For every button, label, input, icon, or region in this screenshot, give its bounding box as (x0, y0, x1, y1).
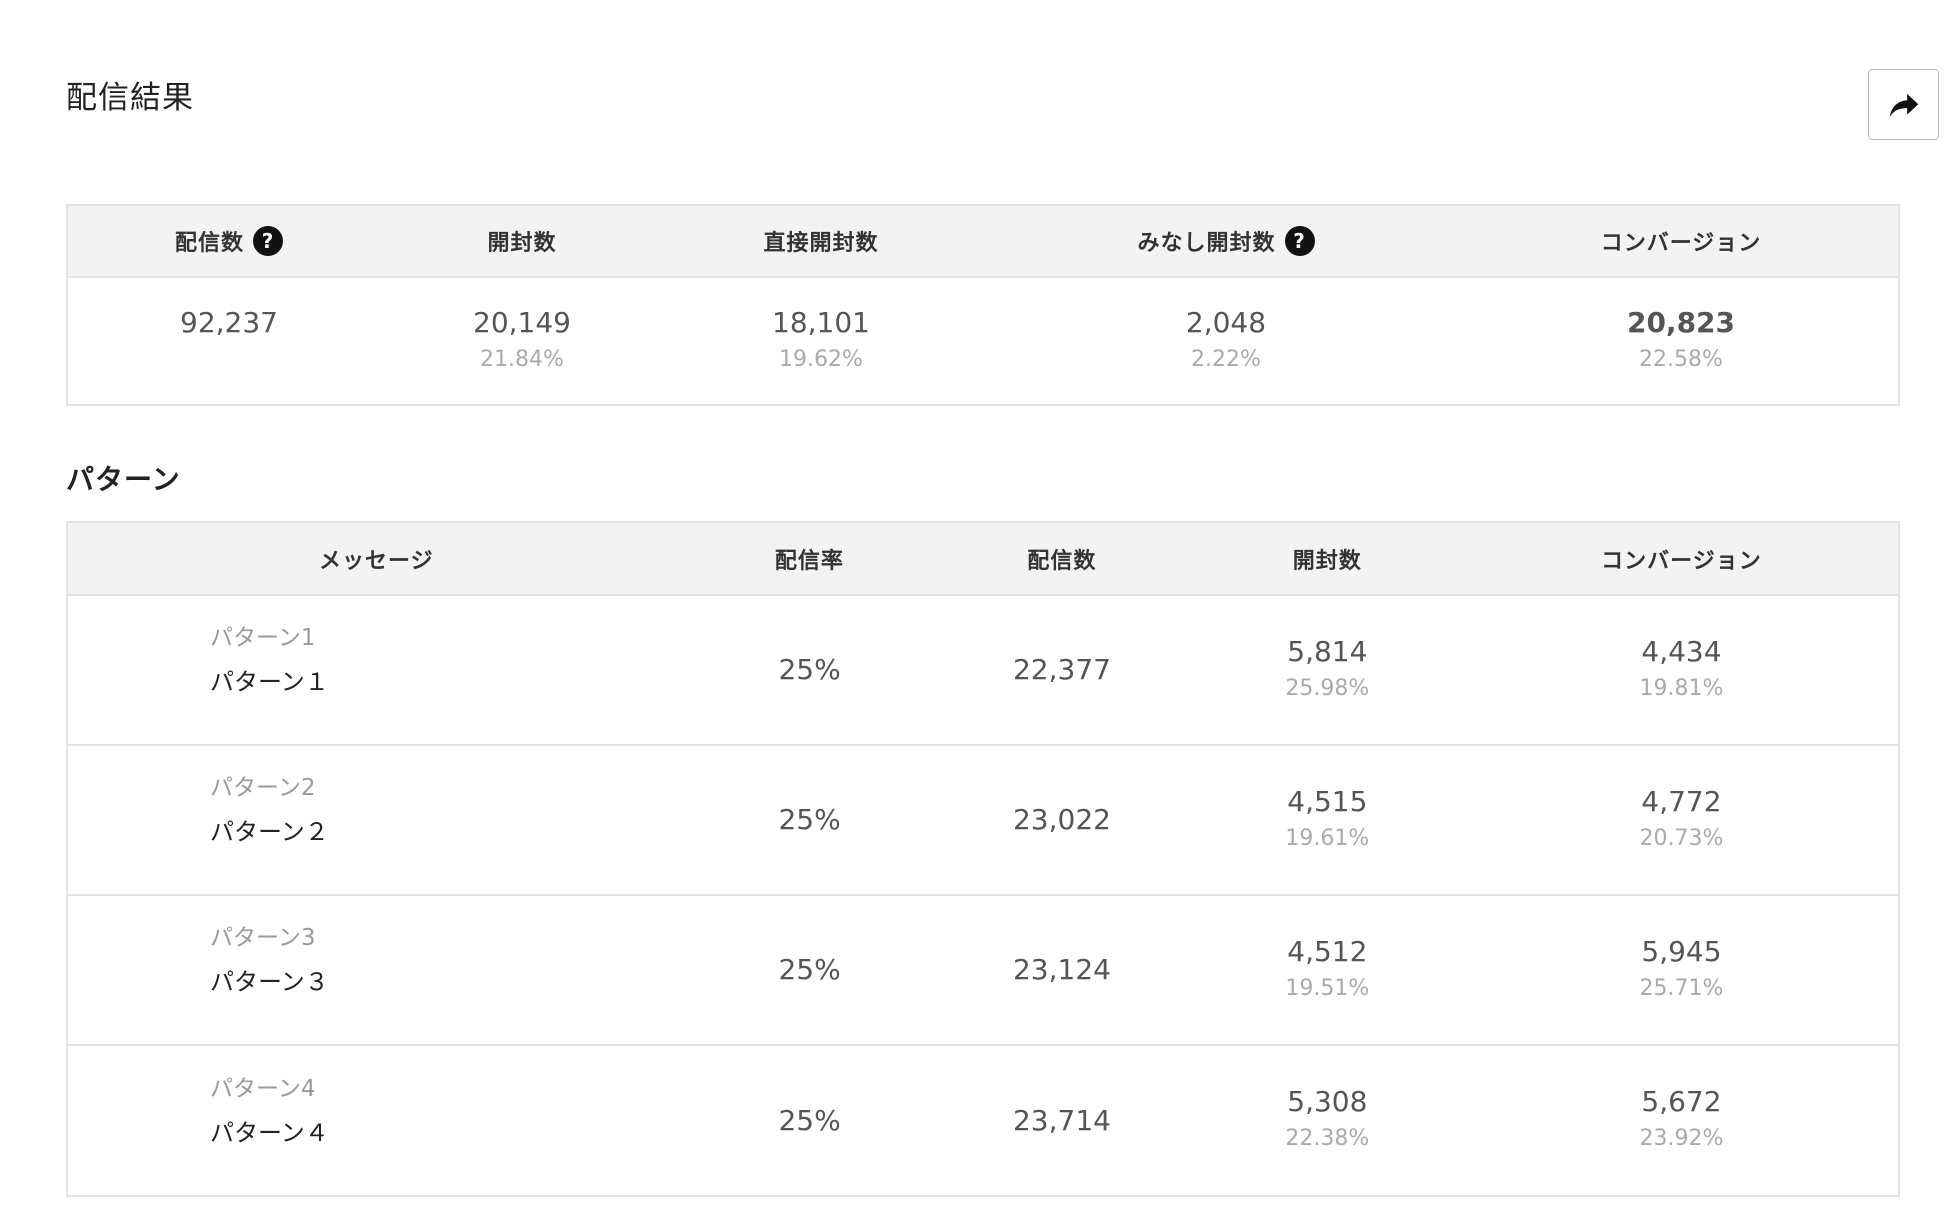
summary-cell-opened: 20,149 21.84% (390, 278, 654, 404)
pattern-header-delivered: 配信数 (1027, 548, 1097, 574)
pattern-name: パターン1 (210, 625, 316, 651)
pattern-message: パターン１ (210, 668, 329, 696)
pattern-rate-cell: 25% (685, 746, 934, 894)
summary-header-inferred-opened: みなし開封数 ? (988, 206, 1464, 276)
pattern-header-row: メッセージ 配信率 配信数 開封数 コンバージョン (68, 523, 1898, 596)
summary-value: 2,048 (1185, 306, 1267, 339)
pattern-delivered: 23,022 (1012, 803, 1111, 836)
summary-header-label: 開封数 (487, 231, 557, 256)
pattern-message: パターン４ (210, 1118, 329, 1147)
summary-header-label: みなし開封数 (1137, 231, 1276, 256)
pattern-rate: 25% (778, 803, 841, 836)
summary-values-row: 92,237 20,149 21.84% 18,101 19.62% 2,048… (68, 278, 1898, 404)
table-row: パターン4 パターン４ 25% 23,714 5,308 22.38% 5,67… (68, 1046, 1898, 1195)
summary-value: 20,149 (473, 306, 571, 339)
pattern-header-message: メッセージ (319, 548, 434, 574)
summary-cell-direct-opened: 18,101 19.62% (654, 278, 988, 404)
pattern-delivered-cell: 23,022 (934, 746, 1189, 894)
summary-value: 92,237 (180, 306, 278, 339)
pattern-rate: 25% (778, 953, 841, 986)
pattern-name: パターン2 (210, 775, 316, 801)
pattern-header-opened: 開封数 (1292, 548, 1362, 574)
summary-header-label: 配信数 (174, 231, 244, 256)
summary-cell-conversion: 20,823 22.58% (1464, 278, 1898, 404)
pattern-rate-cell: 25% (685, 1046, 934, 1195)
pattern-opened-cell: 4,512 19.51% (1190, 896, 1465, 1044)
pattern-opened-rate: 19.61% (1285, 825, 1370, 851)
pattern-delivered-cell: 22,377 (934, 596, 1189, 744)
pattern-message-cell: パターン4 パターン４ (68, 1046, 685, 1195)
pattern-conversion-cell: 4,434 19.81% (1465, 596, 1898, 744)
pattern-opened-rate: 25.98% (1285, 675, 1370, 701)
pattern-table: メッセージ 配信率 配信数 開封数 コンバージョン パターン1 パターン１ 25… (66, 521, 1900, 1197)
pattern-opened-cell: 4,515 19.61% (1190, 746, 1465, 894)
section-title-patterns: パターン (66, 463, 181, 496)
pattern-message: パターン３ (210, 968, 329, 996)
table-row: パターン1 パターン１ 25% 22,377 5,814 25.98% 4,43… (68, 596, 1898, 746)
pattern-conversion-cell: 5,945 25.71% (1465, 896, 1898, 1044)
pattern-rate: 25% (778, 1103, 841, 1137)
pattern-name: パターン3 (210, 925, 316, 951)
summary-header-delivered: 配信数 ? (68, 206, 390, 276)
pattern-conversion-rate: 19.81% (1639, 675, 1724, 701)
pattern-delivered: 23,124 (1012, 953, 1111, 986)
summary-rate: 22.58% (1639, 347, 1723, 372)
help-icon[interactable]: ? (1284, 226, 1315, 256)
pattern-conversion-rate: 20.73% (1639, 825, 1724, 851)
pattern-opened-rate: 22.38% (1285, 1126, 1370, 1151)
pattern-opened: 4,512 (1287, 934, 1368, 968)
pattern-header-conversion: コンバージョン (1601, 548, 1762, 574)
summary-rate: 19.62% (779, 347, 863, 372)
pattern-opened: 5,814 (1287, 634, 1368, 668)
share-button[interactable] (1868, 69, 1939, 140)
pattern-header-rate: 配信率 (774, 548, 844, 574)
delivery-results-page: 配信結果 配信数 ? 開封数 直接開封数 みなし開封数 ? コンバージョン 92… (0, 0, 1954, 1224)
pattern-conversion-cell: 4,772 20.73% (1465, 746, 1898, 894)
summary-cell-inferred-opened: 2,048 2.22% (988, 278, 1464, 404)
table-row: パターン3 パターン３ 25% 23,124 4,512 19.51% 5,94… (68, 896, 1898, 1046)
summary-rate: 2.22% (1191, 347, 1261, 372)
pattern-delivered-cell: 23,124 (934, 896, 1189, 1044)
summary-header-conversion: コンバージョン (1464, 206, 1898, 276)
summary-header-direct-opened: 直接開封数 (654, 206, 988, 276)
pattern-opened: 4,515 (1287, 784, 1368, 818)
pattern-rate-cell: 25% (685, 896, 934, 1044)
pattern-message-cell: パターン2 パターン２ (68, 746, 685, 894)
pattern-message-cell: パターン1 パターン１ (68, 596, 685, 744)
pattern-delivered: 23,714 (1012, 1103, 1111, 1137)
pattern-delivered: 22,377 (1012, 653, 1111, 686)
pattern-delivered-cell: 23,714 (934, 1046, 1189, 1195)
summary-header-label: 直接開封数 (763, 231, 879, 256)
pattern-rate: 25% (778, 653, 841, 686)
pattern-conversion: 5,672 (1641, 1085, 1722, 1118)
summary-value: 20,823 (1626, 306, 1736, 339)
pattern-conversion: 5,945 (1641, 934, 1722, 968)
pattern-message: パターン２ (210, 818, 329, 846)
summary-header-row: 配信数 ? 開封数 直接開封数 みなし開封数 ? コンバージョン (68, 206, 1898, 278)
pattern-opened-cell: 5,308 22.38% (1190, 1046, 1465, 1195)
pattern-name: パターン4 (210, 1075, 316, 1102)
help-icon[interactable]: ? (253, 226, 283, 256)
pattern-conversion: 4,772 (1641, 784, 1722, 818)
pattern-opened-cell: 5,814 25.98% (1190, 596, 1465, 744)
summary-table: 配信数 ? 開封数 直接開封数 みなし開封数 ? コンバージョン 92,237 … (66, 204, 1900, 406)
pattern-conversion-rate: 23.92% (1639, 1126, 1724, 1151)
table-row: パターン2 パターン２ 25% 23,022 4,515 19.61% 4,77… (68, 746, 1898, 896)
pattern-message-cell: パターン3 パターン３ (68, 896, 685, 1044)
summary-value: 18,101 (772, 306, 870, 339)
pattern-conversion-rate: 25.71% (1639, 975, 1724, 1001)
summary-rate: 21.84% (480, 347, 564, 372)
summary-header-label: コンバージョン (1600, 231, 1762, 256)
pattern-opened-rate: 19.51% (1285, 975, 1370, 1001)
pattern-conversion-cell: 5,672 23.92% (1465, 1046, 1898, 1195)
pattern-rate-cell: 25% (685, 596, 934, 744)
share-arrow-icon (1889, 93, 1918, 117)
pattern-conversion: 4,434 (1641, 634, 1722, 668)
pattern-opened: 5,308 (1287, 1085, 1368, 1118)
summary-header-opened: 開封数 (390, 206, 654, 276)
summary-cell-delivered: 92,237 (68, 278, 390, 404)
page-title: 配信結果 (66, 80, 194, 116)
